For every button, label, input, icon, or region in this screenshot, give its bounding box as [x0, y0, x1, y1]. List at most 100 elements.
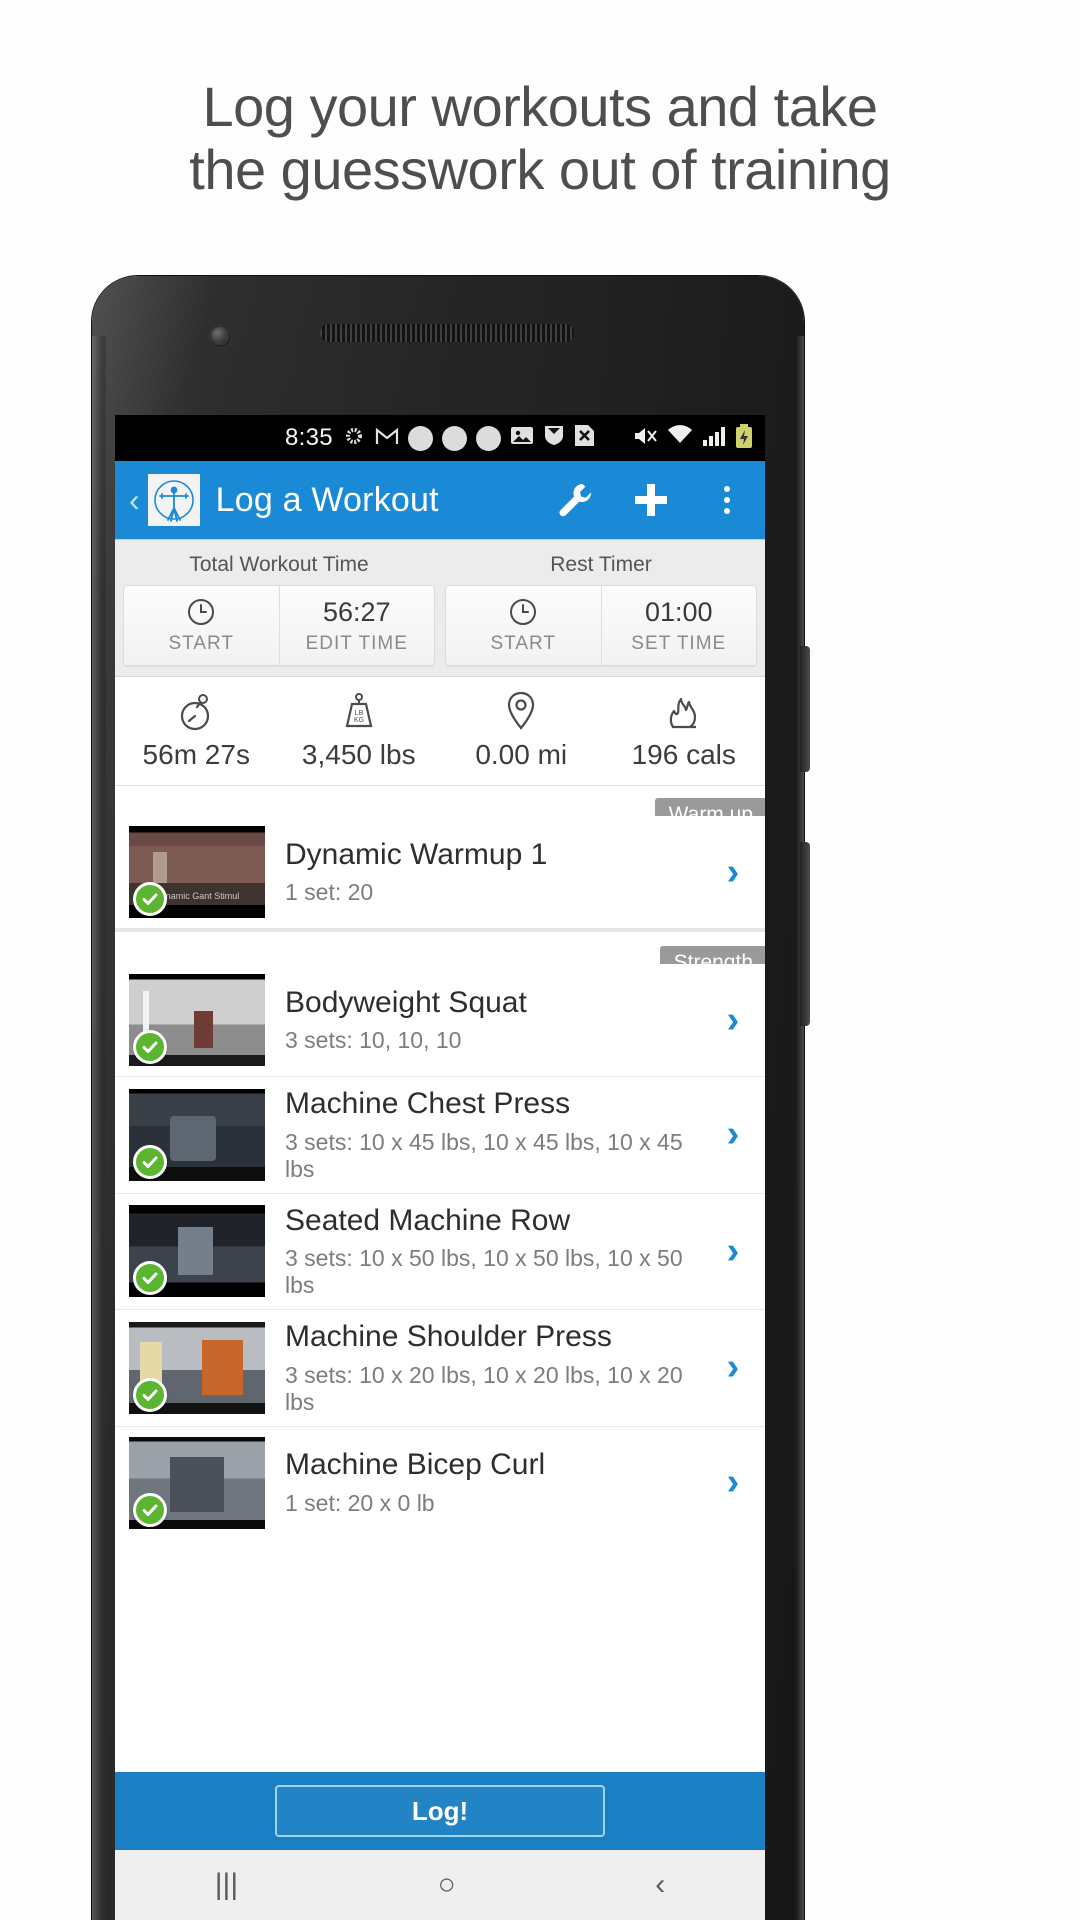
location-pin-icon — [440, 689, 603, 733]
status-bar: 8:35 — [115, 415, 765, 461]
chevron-right-icon[interactable]: › — [701, 1346, 765, 1389]
total-timer-value: 56:27 — [322, 597, 391, 627]
stat-calories: 196 cals — [603, 689, 766, 771]
exercise-thumbnail[interactable] — [129, 1436, 265, 1529]
stat-distance-value: 0.00 mi — [475, 739, 568, 770]
exercise-thumbnail[interactable] — [129, 1321, 265, 1414]
exercise-title: Dynamic Warmup 1 — [285, 837, 548, 871]
rest-timer-start-label: START — [490, 633, 557, 654]
exercise-title: Machine Chest Press — [285, 1087, 571, 1120]
clock-icon — [446, 595, 601, 629]
completed-check-icon — [133, 1492, 167, 1527]
table-row[interactable]: Seated Machine Row 3 sets: 10 x 50 lbs, … — [115, 1193, 765, 1310]
flame-icon — [603, 689, 766, 733]
chevron-right-icon[interactable]: › — [701, 1461, 765, 1504]
overflow-menu-button[interactable] — [689, 486, 765, 514]
notification-dot-icon-1 — [407, 425, 433, 451]
table-row[interactable]: Bodyweight Squat 3 sets: 10, 10, 10 › — [115, 964, 765, 1077]
table-row[interactable]: Dynamic Gant Stimul Dynamic Warmup 1 1 s… — [115, 816, 765, 928]
rest-timer-set-label: SET TIME — [631, 633, 727, 654]
rest-timer-set-button[interactable]: 01:00 SET TIME — [600, 586, 756, 665]
front-camera-icon — [210, 326, 231, 347]
photo-icon — [510, 425, 534, 451]
log-bar: Log! — [115, 1772, 765, 1850]
phone-power-button — [800, 842, 810, 1026]
chevron-right-icon[interactable]: › — [701, 999, 765, 1042]
headline-line-1: Log your workouts and take — [202, 75, 878, 138]
completed-check-icon — [133, 1144, 167, 1179]
exercise-sets: 3 sets: 10, 10, 10 — [285, 1027, 462, 1054]
page-headline: Log your workouts and take the guesswork… — [0, 75, 1080, 201]
stat-calories-value: 196 cals — [631, 739, 736, 770]
page-title: Log a Workout — [215, 480, 439, 519]
exercise-thumbnail[interactable] — [129, 1205, 265, 1298]
sun-icon — [342, 424, 366, 453]
status-time: 8:35 — [285, 424, 333, 451]
notification-dot-icon-3 — [475, 425, 501, 451]
vitruvian-man-icon[interactable] — [147, 474, 200, 526]
exercise-sets: 1 set: 20 — [285, 879, 374, 906]
exercise-thumbnail[interactable]: Dynamic Gant Stimul — [129, 826, 265, 918]
table-row[interactable]: Machine Shoulder Press 3 sets: 10 x 20 l… — [115, 1310, 765, 1427]
rest-timer-label: Rest Timer — [550, 553, 652, 576]
total-timer-edit-button[interactable]: 56:27 EDIT TIME — [278, 586, 434, 665]
total-workout-timer: Total Workout Time START 56:27 EDIT TIME — [123, 547, 435, 666]
stat-volume: LB KG 3,450 lbs — [278, 689, 441, 771]
stat-duration: 56m 27s — [115, 689, 278, 771]
recents-button[interactable]: ||| — [215, 1868, 238, 1902]
phone-edge-right — [794, 336, 804, 1920]
log-button[interactable]: Log! — [275, 1785, 605, 1837]
exercise-list[interactable]: Warm up Dynamic Gant Stimul Dynamic Warm… — [115, 786, 765, 1539]
completed-check-icon — [133, 1030, 167, 1064]
app-toolbar: ‹ Log a Workout — [115, 461, 765, 539]
shield-icon — [543, 424, 565, 452]
chevron-right-icon[interactable]: › — [701, 1230, 765, 1273]
signal-icon — [702, 425, 726, 452]
stat-volume-value: 3,450 lbs — [301, 739, 416, 770]
total-workout-time-label: Total Workout Time — [189, 553, 369, 576]
x-file-icon — [574, 424, 595, 452]
workout-stats: 56m 27s LB KG 3,450 lbs 0.00 mi 196 cals — [115, 677, 765, 786]
stat-distance: 0.00 mi — [440, 689, 603, 771]
rest-timer-start-button[interactable]: START — [446, 586, 601, 665]
rest-timer-value: 01:00 — [644, 597, 713, 627]
mute-icon — [632, 425, 658, 452]
exercise-title: Machine Bicep Curl — [285, 1448, 546, 1482]
exercise-sets: 1 set: 20 x 0 lb — [285, 1489, 435, 1516]
exercise-group-warmup: Warm up Dynamic Gant Stimul Dynamic Warm… — [115, 786, 765, 928]
chevron-right-icon[interactable]: › — [701, 851, 765, 894]
timers-section: Total Workout Time START 56:27 EDIT TIME — [115, 539, 765, 677]
svg-text:LB: LB — [354, 710, 363, 717]
exercise-sets: 3 sets: 10 x 45 lbs, 10 x 45 lbs, 10 x 4… — [285, 1128, 683, 1182]
phone-screen: 8:35 ‹ Log a Workout Total Workout Time … — [115, 415, 765, 1920]
stopwatch-icon — [115, 689, 278, 733]
nav-back-button[interactable]: ‹ — [655, 1868, 665, 1902]
completed-check-icon — [133, 1261, 167, 1296]
wrench-icon[interactable] — [537, 479, 613, 521]
rest-timer: Rest Timer START 01:00 SET TIME — [445, 547, 757, 666]
phone-volume-button — [800, 646, 810, 772]
table-row[interactable]: Machine Bicep Curl 1 set: 20 x 0 lb › — [115, 1426, 765, 1539]
exercise-sets: 3 sets: 10 x 20 lbs, 10 x 20 lbs, 10 x 2… — [285, 1361, 683, 1415]
back-button[interactable]: ‹ — [123, 484, 146, 516]
exercise-title: Machine Shoulder Press — [285, 1320, 612, 1353]
total-timer-start-label: START — [168, 633, 235, 654]
completed-check-icon — [133, 1377, 167, 1412]
headline-line-2: the guesswork out of training — [189, 137, 891, 201]
svg-text:KG: KG — [354, 717, 364, 724]
gmail-icon — [375, 426, 399, 451]
exercise-thumbnail[interactable] — [129, 974, 265, 1066]
weight-plate-icon: LB KG — [278, 689, 441, 733]
add-button[interactable] — [613, 480, 689, 520]
battery-icon — [735, 423, 753, 453]
notification-dot-icon-2 — [441, 425, 467, 451]
home-button[interactable]: ○ — [438, 1868, 456, 1902]
exercise-sets: 3 sets: 10 x 50 lbs, 10 x 50 lbs, 10 x 5… — [285, 1245, 683, 1298]
chevron-right-icon[interactable]: › — [701, 1113, 765, 1156]
exercise-title: Bodyweight Squat — [285, 985, 527, 1019]
exercise-thumbnail[interactable] — [129, 1088, 265, 1181]
wifi-icon — [667, 424, 693, 452]
table-row[interactable]: Machine Chest Press 3 sets: 10 x 45 lbs,… — [115, 1077, 765, 1194]
total-timer-start-button[interactable]: START — [124, 586, 279, 665]
stat-duration-value: 56m 27s — [142, 739, 250, 770]
